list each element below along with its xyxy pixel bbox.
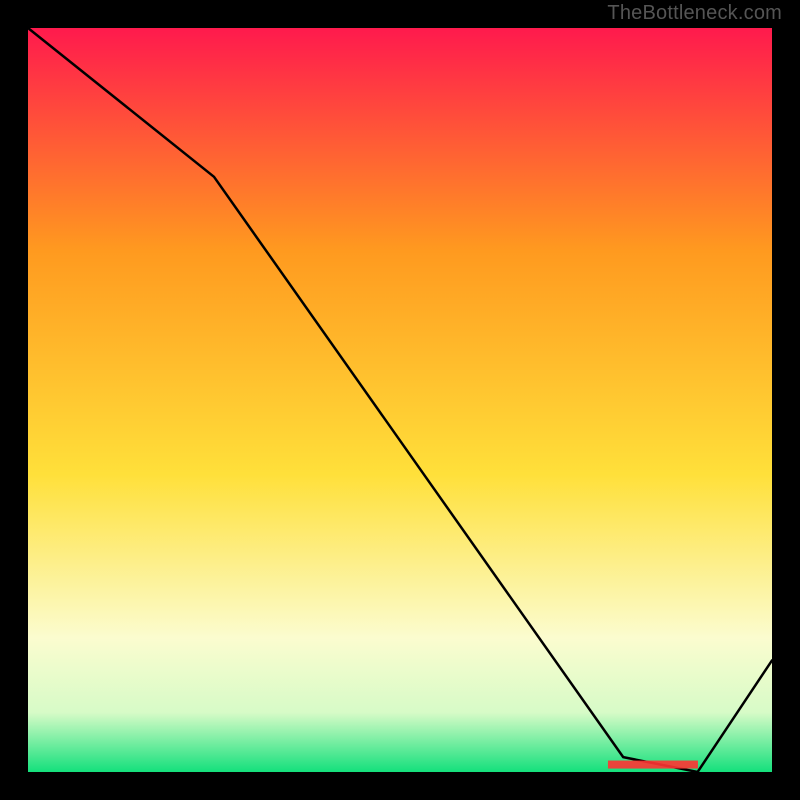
annotation-marker	[608, 761, 698, 769]
gradient-background	[28, 28, 772, 772]
watermark: TheBottleneck.com	[607, 2, 782, 25]
bottleneck-chart	[28, 28, 772, 772]
chart-container: TheBottleneck.com	[0, 0, 800, 800]
plot-frame	[28, 28, 772, 772]
